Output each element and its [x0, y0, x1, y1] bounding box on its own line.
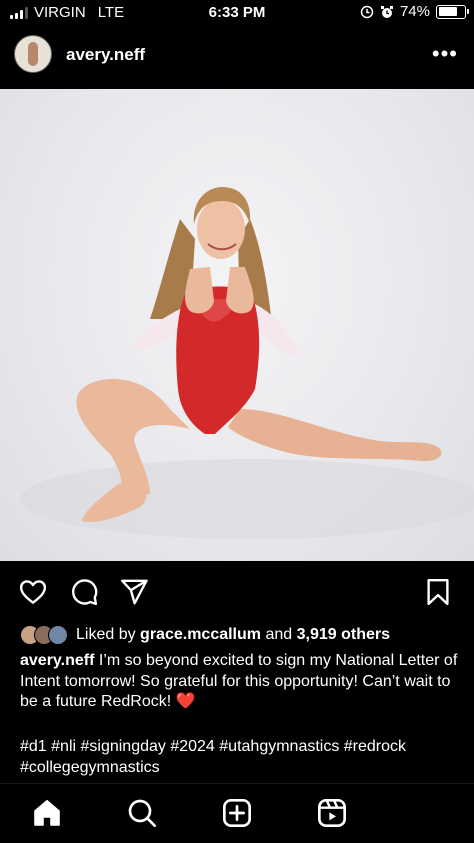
battery-percent: 74%	[399, 3, 430, 20]
post-username[interactable]: avery.neff	[66, 45, 145, 65]
liker-avatars	[20, 625, 68, 645]
alarm-icon	[380, 5, 393, 18]
heart-icon[interactable]	[18, 577, 48, 607]
caption: avery.neff I’m so beyond excited to sign…	[20, 651, 460, 713]
bottom-nav	[0, 783, 474, 843]
hashtags[interactable]: #d1 #nli #signingday #2024 #utahgymnasti…	[20, 737, 460, 778]
liked-user[interactable]: grace.mccallum	[140, 626, 261, 644]
heart-emoji: ❤️	[175, 693, 196, 710]
gymnast-photo	[20, 187, 474, 539]
reels-icon[interactable]	[316, 797, 348, 829]
status-icons: 74%	[360, 3, 469, 20]
liked-prefix: Liked by	[76, 626, 136, 643]
status-bar: VIRGIN LTE 6:33 PM 74%	[0, 0, 474, 26]
create-icon[interactable]	[221, 797, 253, 829]
comment-icon[interactable]	[69, 577, 99, 607]
liked-others[interactable]: 3,919 others	[297, 626, 390, 644]
liked-connector: and	[265, 626, 293, 643]
caption-username[interactable]: avery.neff	[20, 652, 94, 669]
liked-by[interactable]: Liked by grace.mccallum and 3,919 others	[20, 624, 390, 646]
post-image[interactable]	[0, 89, 474, 561]
post-actions	[0, 575, 474, 613]
avatar[interactable]	[14, 35, 52, 73]
battery-icon	[436, 4, 469, 19]
battery-fill	[438, 7, 457, 16]
more-icon[interactable]: •••	[432, 43, 458, 65]
home-icon[interactable]	[31, 797, 63, 829]
send-icon[interactable]	[119, 577, 149, 607]
post-header: avery.neff •••	[0, 30, 474, 82]
search-icon[interactable]	[126, 797, 158, 829]
bookmark-icon[interactable]	[423, 577, 453, 607]
screen-lock-icon	[360, 5, 374, 18]
